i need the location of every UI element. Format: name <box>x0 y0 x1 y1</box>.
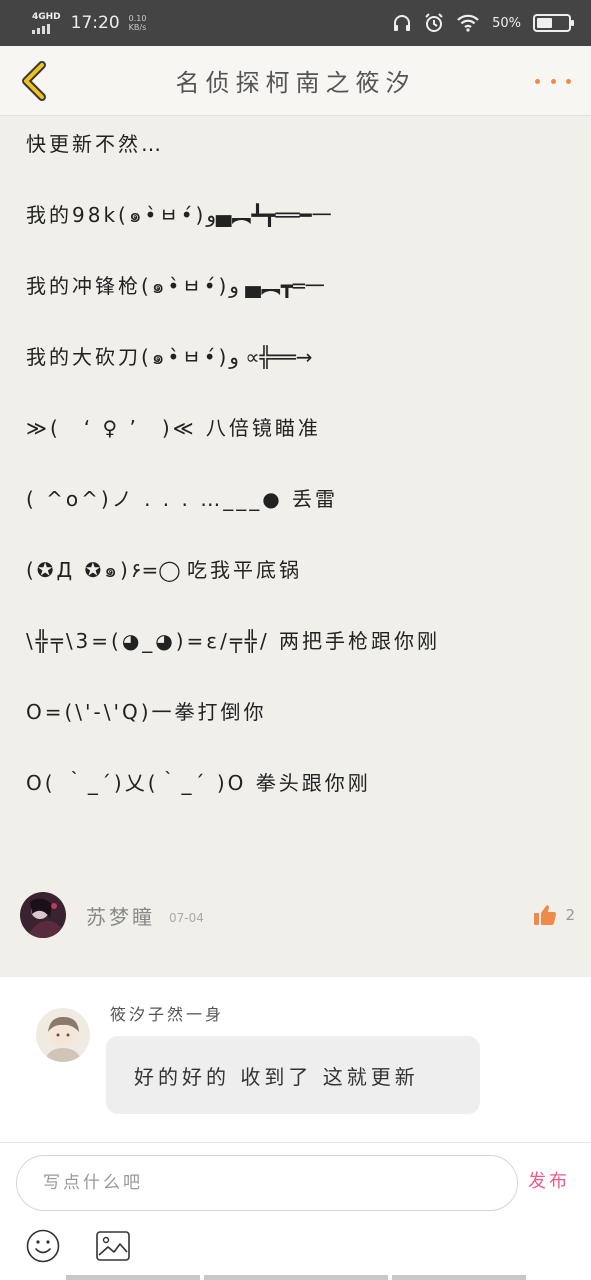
post-line: \╬╤\3=(◕_◕)=ε/╤╬/ 两把手枪跟你刚 <box>26 629 441 653</box>
post-line: O=(\'-\'Q)一拳打倒你 <box>26 700 267 724</box>
publish-button[interactable]: 发布 <box>528 1167 570 1193</box>
post-line: 我的冲锋枪(๑•̀ㅂ•́)و ▄︻┳═一 <box>26 274 328 298</box>
author-row: 苏梦瞳 07-04 2 <box>20 889 575 941</box>
header: 名侦探柯南之筱汐 <box>0 46 591 116</box>
avatar-image <box>36 1008 90 1062</box>
post-content: 快更新不然… 我的98k(๑•̀ㅂ•́)و▄︻┻┳══━一 我的冲锋枪(๑•̀ㅂ… <box>0 117 591 977</box>
status-bar: 4GHD 17:20 0.10 KB/s 50% <box>0 0 591 46</box>
reply-avatar[interactable] <box>36 1008 90 1062</box>
post-line: ≫( ‘ ♀ ’ )≪ 八倍镜瞄准 <box>26 416 321 440</box>
network-speed: 0.10 KB/s <box>129 14 147 32</box>
smiley-icon <box>26 1229 60 1263</box>
back-button[interactable] <box>14 58 54 104</box>
emoji-button[interactable] <box>26 1229 60 1263</box>
signal-icon <box>32 23 50 34</box>
clock: 17:20 <box>70 13 120 33</box>
battery-percent: 50% <box>492 15 521 31</box>
post-date: 07-04 <box>169 911 204 925</box>
post-line: 快更新不然… <box>26 132 164 156</box>
post-line: ( ^o^)ノ . . . …___● 丢雷 <box>26 487 339 511</box>
more-dot <box>566 78 571 84</box>
wifi-icon <box>457 14 479 32</box>
battery-icon <box>533 14 574 32</box>
more-options-button[interactable] <box>535 68 571 94</box>
post-line: O( ｀_´)乂(｀_´ )O 拳头跟你刚 <box>26 771 371 795</box>
like-count: 2 <box>565 906 575 924</box>
headphones-icon <box>394 15 411 31</box>
battery-fill <box>537 18 552 28</box>
status-left: 4GHD 17:20 0.10 KB/s <box>32 11 147 34</box>
image-icon <box>96 1231 130 1261</box>
avatar-image <box>20 892 66 938</box>
author-avatar[interactable] <box>20 892 66 938</box>
nav-indicator <box>204 1275 388 1280</box>
page-title: 名侦探柯南之筱汐 <box>175 69 416 97</box>
reply-author-name[interactable]: 筱汐子然一身 <box>110 1001 224 1025</box>
speed-value: 0.10 <box>128 14 147 23</box>
post-body: 快更新不然… 我的98k(๑•̀ㅂ•́)و▄︻┻┳══━一 我的冲锋枪(๑•̀ㅂ… <box>26 131 576 841</box>
comment-bar: 发布 <box>0 1142 591 1280</box>
alarm-icon <box>425 13 443 32</box>
comment-input[interactable] <box>16 1155 518 1211</box>
nav-indicator <box>66 1275 200 1280</box>
more-dot <box>550 78 556 84</box>
image-button[interactable] <box>96 1231 130 1261</box>
chevron-left-icon <box>22 61 46 101</box>
speed-unit: KB/s <box>128 23 147 32</box>
nav-indicator <box>392 1275 526 1280</box>
network-type: 4GHD <box>32 11 61 22</box>
post-line: (✪Д ✪๑)۶=◯ 吃我平底锅 <box>26 558 303 582</box>
status-right: 50% <box>392 13 574 33</box>
more-dot <box>535 78 540 84</box>
post-line: 我的98k(๑•̀ㅂ•́)و▄︻┻┳══━一 <box>26 203 335 227</box>
post-line: 我的大砍刀(๑•̀ㅂ•́)و ∝╬══→ <box>26 345 313 369</box>
thumbs-up-icon <box>534 905 557 925</box>
reply-section: 筱汐子然一身 好的好的 收到了 这就更新 <box>0 977 591 1142</box>
network-indicator: 4GHD <box>32 11 61 34</box>
like-button[interactable]: 2 <box>533 904 575 926</box>
author-name[interactable]: 苏梦瞳 <box>86 901 155 930</box>
reply-bubble: 好的好的 收到了 这就更新 <box>106 1036 480 1114</box>
reply-text: 好的好的 收到了 这就更新 <box>134 1064 419 1089</box>
